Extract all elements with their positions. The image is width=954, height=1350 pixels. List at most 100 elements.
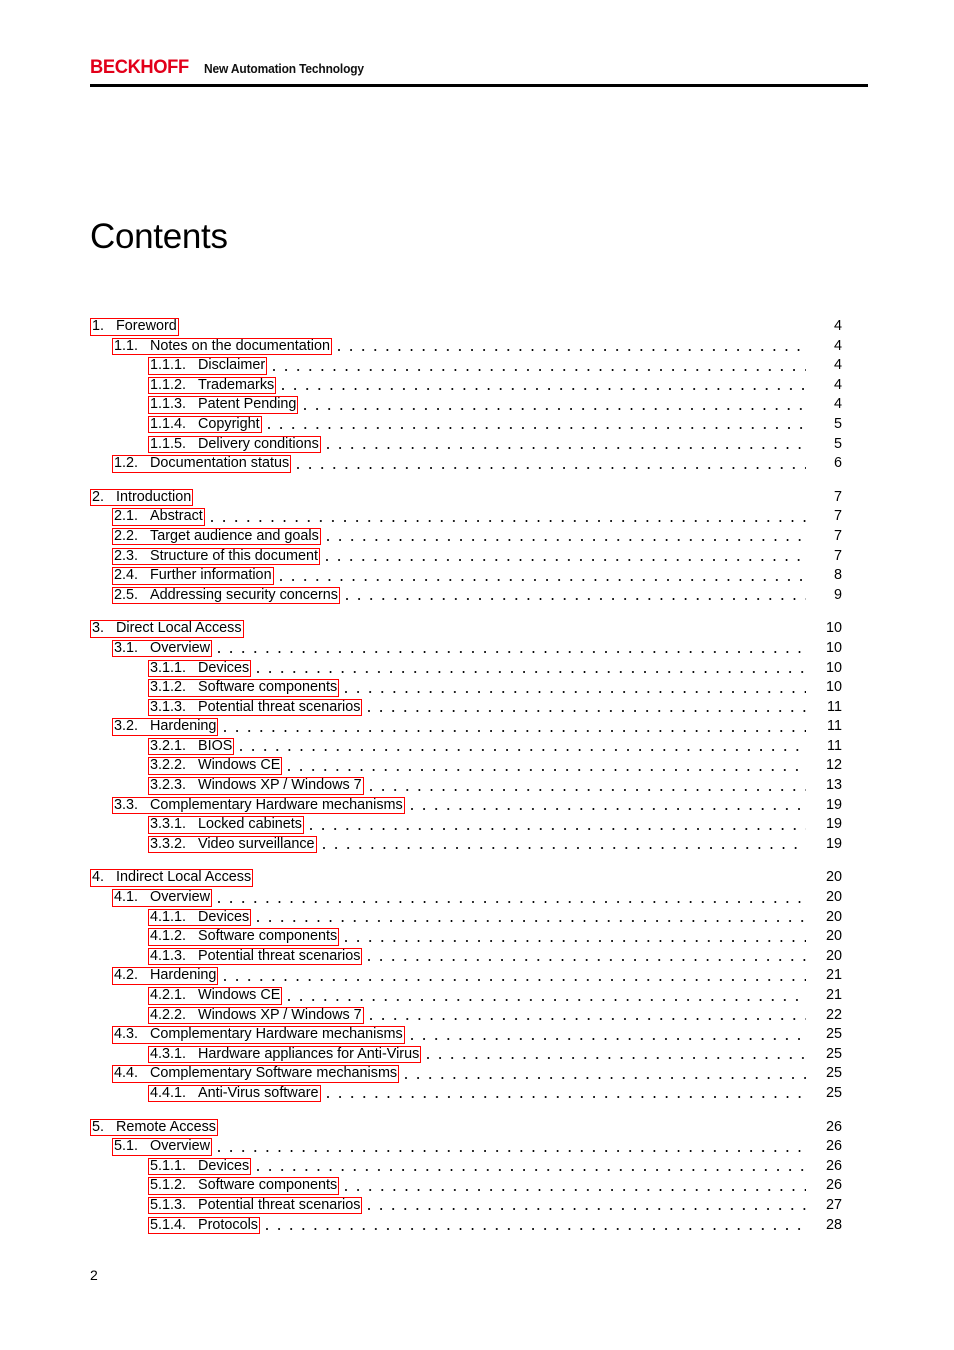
toc-entry[interactable]: 4.1.1. Devices 20	[90, 908, 842, 929]
toc-entry-link[interactable]: 3.1.1. Devices	[148, 659, 252, 677]
toc-entry[interactable]: 5. Remote Access 26	[90, 1118, 842, 1139]
toc-entry[interactable]: 4.2.2. Windows XP / Windows 7 22	[90, 1006, 842, 1027]
toc-entry[interactable]: 3.1.1. Devices 10	[90, 659, 842, 680]
toc-entry-link[interactable]: 5. Remote Access	[90, 1118, 218, 1137]
toc-entry-link[interactable]: 5.1.4. Protocols	[148, 1216, 260, 1235]
toc-entry-title: Direct Local Access	[116, 620, 242, 637]
toc-entry-link[interactable]: 3.3.2. Video surveillance	[148, 835, 317, 854]
toc-entry-link[interactable]: 3.2.2. Windows CE	[148, 757, 283, 775]
toc-entry[interactable]: 2.2. Target audience and goals 7	[90, 527, 842, 548]
toc-entry[interactable]: 1.1.1. Disclaimer 4	[90, 357, 842, 377]
toc-entry-link[interactable]: 4.1.3. Potential threat scenarios	[148, 947, 363, 966]
toc-entry[interactable]: 5.1.1. Devices 26	[90, 1157, 842, 1178]
toc-entry-link[interactable]: 3.2.1. BIOS	[148, 737, 235, 756]
toc-entry-link[interactable]: 4.1.2. Software components	[148, 928, 340, 946]
toc-entry-link[interactable]: 1.1.5. Delivery conditions	[148, 435, 321, 454]
toc-entry-link[interactable]: 4.1. Overview	[112, 889, 212, 907]
toc-entry-page-number: 21	[825, 967, 842, 984]
toc-entry[interactable]: 3.2.2. Windows CE 12	[90, 757, 842, 777]
toc-entry-link[interactable]: 2.3. Structure of this document	[112, 547, 320, 566]
toc-entry-link[interactable]: 5.1. Overview	[112, 1138, 212, 1156]
toc-entry[interactable]: 3.1.2. Software components 10	[90, 679, 842, 699]
toc-entry-link[interactable]: 5.1.1. Devices	[148, 1157, 252, 1176]
toc-entry[interactable]: 4.1. Overview 20	[90, 889, 842, 909]
toc-entry[interactable]: 4.4.1. Anti-Virus software 25	[90, 1084, 842, 1105]
toc-entry-link[interactable]: 1.1.1. Disclaimer	[148, 357, 268, 375]
toc-entry-link[interactable]: 4.3. Complementary Hardware mechanisms	[112, 1026, 405, 1044]
toc-entry-link[interactable]: 2.2. Target audience and goals	[112, 527, 321, 546]
toc-entry[interactable]: 3.3.1. Locked cabinets 19	[90, 816, 842, 836]
toc-entry[interactable]: 5.1.3. Potential threat scenarios 27	[90, 1196, 842, 1217]
toc-entry-link[interactable]: 4.3.1. Hardware appliances for Anti-Virus	[148, 1045, 422, 1064]
toc-dot-leader	[266, 1217, 806, 1235]
toc-entry-link[interactable]: 1. Foreword	[90, 318, 179, 336]
toc-entry[interactable]: 1.1.5. Delivery conditions 5	[90, 435, 842, 456]
toc-entry[interactable]: 3.3. Complementary Hardware mechanisms 19	[90, 796, 842, 817]
toc-entry-link[interactable]: 2. Introduction	[90, 488, 194, 507]
toc-dot-leader	[217, 1138, 806, 1156]
toc-entry[interactable]: 2.3. Structure of this document 7	[90, 547, 842, 568]
toc-entry[interactable]: 2.4. Further information 8	[90, 567, 842, 587]
toc-entry[interactable]: 4.4. Complementary Software mechanisms 25	[90, 1065, 842, 1085]
toc-entry-page-number: 21	[825, 987, 842, 1003]
toc-entry-link[interactable]: 5.1.3. Potential threat scenarios	[148, 1196, 363, 1215]
toc-entry-link[interactable]: 1.2. Documentation status	[112, 455, 292, 473]
toc-entry[interactable]: 3.2.1. BIOS 11	[90, 737, 842, 758]
toc-entry-link[interactable]: 4.1.1. Devices	[148, 908, 252, 927]
toc-entry-link[interactable]: 3.2.3. Windows XP / Windows 7	[148, 777, 364, 795]
toc-entry[interactable]: 1.1.4. Copyright 5	[90, 415, 842, 436]
toc-entry[interactable]: 1.1.2. Trademarks 4	[90, 376, 842, 397]
toc-entry-link[interactable]: 4.2. Hardening	[112, 967, 219, 985]
toc-entry[interactable]: 4.3. Complementary Hardware mechanisms 25	[90, 1026, 842, 1046]
toc-entry[interactable]: 3.3.2. Video surveillance 19	[90, 835, 842, 856]
toc-entry-link[interactable]: 4. Indirect Local Access	[90, 869, 254, 887]
toc-entry-link[interactable]: 1.1. Notes on the documentation	[112, 337, 333, 356]
toc-dot-leader	[345, 587, 806, 605]
toc-entry[interactable]: 1.1.3. Patent Pending 4	[90, 396, 842, 416]
toc-entry-link[interactable]: 4.2.2. Windows XP / Windows 7	[148, 1006, 364, 1025]
toc-entry[interactable]: 3.1. Overview 10	[90, 639, 842, 660]
toc-entry-title: Potential threat scenarios	[198, 947, 361, 964]
toc-entry-link[interactable]: 5.1.2. Software components	[148, 1177, 340, 1195]
toc-entry-link[interactable]: 2.4. Further information	[112, 567, 274, 585]
toc-entry-title: Complementary Hardware mechanisms	[150, 796, 403, 813]
toc-entry-link[interactable]: 3.1.2. Software components	[148, 679, 340, 697]
toc-entry[interactable]: 3.2.3. Windows XP / Windows 7 13	[90, 777, 842, 797]
toc-entry[interactable]: 3.1.3. Potential threat scenarios 11	[90, 698, 842, 719]
toc-entry[interactable]: 4.2. Hardening 21	[90, 967, 842, 987]
toc-entry[interactable]: 4.3.1. Hardware appliances for Anti-Virus…	[90, 1045, 842, 1066]
toc-entry-link[interactable]: 3.3. Complementary Hardware mechanisms	[112, 796, 405, 815]
toc-entry-link[interactable]: 3. Direct Local Access	[90, 620, 244, 638]
toc-entry-link[interactable]: 4.4.1. Anti-Virus software	[148, 1084, 321, 1103]
toc-entry[interactable]: 3. Direct Local Access 10	[90, 620, 842, 640]
toc-entry-link[interactable]: 3.3.1. Locked cabinets	[148, 816, 305, 834]
toc-entry-link[interactable]: 3.1.3. Potential threat scenarios	[148, 698, 363, 717]
toc-entry[interactable]: 4.2.1. Windows CE 21	[90, 987, 842, 1007]
toc-entry[interactable]: 4.1.3. Potential threat scenarios 20	[90, 947, 842, 968]
toc-entry[interactable]: 2.1. Abstract 7	[90, 508, 842, 528]
toc-entry[interactable]: 4. Indirect Local Access 20	[90, 869, 842, 889]
toc-entry-link[interactable]: 4.4. Complementary Software mechanisms	[112, 1065, 400, 1083]
toc-entry[interactable]: 3.2. Hardening 11	[90, 718, 842, 738]
toc-entry-link[interactable]: 2.1. Abstract	[112, 508, 205, 526]
toc-entry-title: Windows XP / Windows 7	[198, 1006, 362, 1023]
toc-entry[interactable]: 1. Foreword 4	[90, 318, 842, 338]
toc-entry[interactable]: 2.5. Addressing security concerns 9	[90, 586, 842, 607]
toc-entry-link[interactable]: 2.5. Addressing security concerns	[112, 586, 340, 605]
toc-entry-link[interactable]: 1.1.2. Trademarks	[148, 376, 277, 395]
toc-entry[interactable]: 1.1. Notes on the documentation 4	[90, 337, 842, 358]
toc-entry-title: Potential threat scenarios	[198, 698, 361, 715]
toc-entry[interactable]: 4.1.2. Software components 20	[90, 928, 842, 948]
toc-entry[interactable]: 5.1.2. Software components 26	[90, 1177, 842, 1197]
toc-entry-link[interactable]: 3.1. Overview	[112, 639, 212, 658]
toc-entry[interactable]: 2. Introduction 7	[90, 488, 842, 509]
toc-entry-number: 4.3.	[114, 1026, 139, 1043]
toc-entry-link[interactable]: 1.1.4. Copyright	[148, 415, 262, 434]
toc-entry[interactable]: 5.1. Overview 26	[90, 1138, 842, 1158]
toc-entry-link[interactable]: 1.1.3. Patent Pending	[148, 396, 299, 414]
toc-entry-link[interactable]: 4.2.1. Windows CE	[148, 987, 283, 1005]
toc-entry-link[interactable]: 3.2. Hardening	[112, 718, 219, 736]
toc-entry-title: Target audience and goals	[150, 527, 319, 544]
toc-entry[interactable]: 1.2. Documentation status 6	[90, 455, 842, 475]
toc-entry[interactable]: 5.1.4. Protocols 28	[90, 1216, 842, 1237]
